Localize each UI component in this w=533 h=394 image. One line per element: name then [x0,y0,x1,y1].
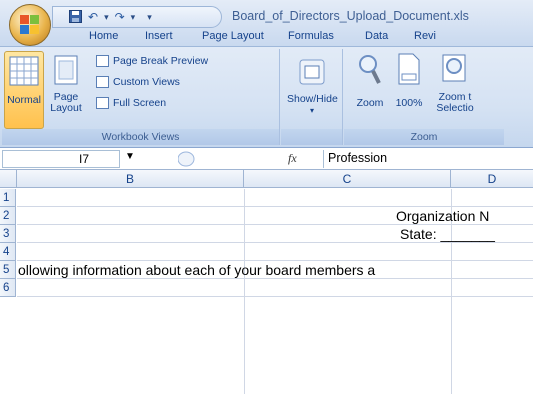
save-icon[interactable] [69,9,82,25]
window-title: Board_of_Directors_Upload_Document.xls [232,9,469,23]
page-layout-icon [54,55,78,85]
formula-bar: I7 ▼ fx Profession [0,148,533,170]
page-break-preview-label: Page Break Preview [113,55,209,67]
tab-page-layout[interactable]: Page Layout [202,30,264,42]
office-button[interactable] [9,4,51,46]
tab-formulas[interactable]: Formulas [288,30,334,42]
custom-views-icon [96,76,109,88]
tab-review[interactable]: Revi [414,30,436,42]
show-hide-icon [299,59,325,85]
zoom-100-icon [398,53,420,85]
magnifier-icon [359,55,381,84]
redo-dropdown-icon[interactable]: ▾ [131,12,136,23]
gridline [244,189,245,394]
cell-state[interactable]: State: _______ [400,226,495,243]
tab-insert[interactable]: Insert [145,30,173,42]
gridline [17,260,533,261]
zoom-to-selection-label-2: Selectio [436,102,474,114]
row-header-2[interactable]: 2 [0,207,16,225]
full-screen-button[interactable]: Full Screen [96,97,166,109]
ribbon-tabs: Home Insert Page Layout Formulas Data Re… [0,30,533,46]
select-all-corner[interactable] [0,170,17,188]
office-logo-icon [20,15,40,35]
row-header-6[interactable]: 6 [0,279,16,297]
show-hide-group-label [281,129,342,145]
full-screen-icon [96,97,109,109]
tab-data[interactable]: Data [365,30,388,42]
zoom-group: Zoom 100% Zoom t Selectio Zoom [344,49,533,145]
zoom-selection-icon [442,54,466,82]
zoom-button[interactable]: Zoom [352,51,388,129]
normal-view-button[interactable]: Normal [4,51,44,129]
gridline [17,206,533,207]
custom-views-label: Custom Views [113,76,180,88]
formula-input[interactable]: Profession [323,150,533,168]
column-header-c[interactable]: C [244,170,451,188]
page-layout-view-button[interactable]: Page Layout [47,51,85,129]
undo-dropdown-icon[interactable]: ▾ [104,12,109,23]
worksheet-grid: B C D 1 2 3 4 5 6 Organization N State: … [0,170,533,394]
row-header-3[interactable]: 3 [0,225,16,243]
quick-access-toolbar: ↶ ▾ ↷ ▾ ▾ [52,6,222,28]
show-hide-label: Show/Hide [287,93,338,105]
row-header-5[interactable]: 5 [0,261,16,279]
name-box-dropdown-icon[interactable]: ▼ [125,151,135,162]
zoom-100-button[interactable]: 100% [392,51,426,129]
cell-organization-name[interactable]: Organization N [396,208,489,225]
page-layout-label-2: Layout [50,102,82,114]
workbook-views-label: Workbook Views [2,129,279,145]
workbook-views-group: Normal Page Layout Page Break Preview Cu… [2,49,280,145]
insert-function-icon[interactable]: fx [288,151,297,166]
page-break-preview-button[interactable]: Page Break Preview [96,55,208,67]
normal-view-label: Normal [7,94,41,106]
zoom-to-selection-button[interactable]: Zoom t Selectio [430,51,480,129]
zoom-100-label: 100% [395,97,423,109]
show-hide-dropdown-icon: ▾ [309,106,314,115]
full-screen-label: Full Screen [113,97,167,109]
customize-qat-icon[interactable]: ▾ [147,12,152,23]
zoom-group-label: Zoom [344,129,504,145]
zoom-label: Zoom [356,97,384,109]
show-hide-button[interactable]: Show/Hide ▾ [287,51,338,129]
column-header-b[interactable]: B [17,170,244,188]
undo-icon[interactable]: ↶ [88,11,98,23]
custom-views-button[interactable]: Custom Views [96,76,180,88]
row-header-4[interactable]: 4 [0,243,16,261]
cell-instructions[interactable]: ollowing information about each of your … [18,262,375,279]
column-header-d[interactable]: D [451,170,533,188]
redo-icon[interactable]: ↷ [115,11,125,23]
formula-resize-icon[interactable] [178,151,238,167]
page-break-preview-icon [96,55,109,67]
gridline [17,296,533,297]
tab-home[interactable]: Home [89,30,118,42]
name-box[interactable]: I7 [2,150,120,168]
show-hide-group: Show/Hide ▾ [281,49,343,145]
title-bar: ↶ ▾ ↷ ▾ ▾ Board_of_Directors_Upload_Docu… [0,0,533,46]
normal-view-icon [9,56,39,86]
ribbon: Normal Page Layout Page Break Preview Cu… [0,46,533,148]
row-header-1[interactable]: 1 [0,189,16,207]
